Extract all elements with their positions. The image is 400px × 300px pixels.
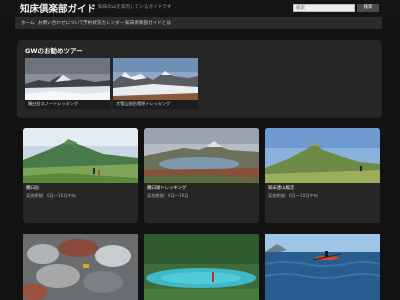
- tour-card-asahidake[interactable]: 大雪山旭岳雪原トレッキング: [113, 58, 198, 109]
- nav-item-home[interactable]: ホーム: [21, 20, 35, 26]
- tour-card-rausudake[interactable]: 羅臼岳 実施期間：6月〜10月中旬: [23, 128, 138, 223]
- site-tagline: 知床の山を案内しているガイドです: [98, 5, 172, 10]
- tour-photo-pond[interactable]: [144, 234, 259, 300]
- tour-photo-rocks[interactable]: [23, 234, 138, 300]
- site-title[interactable]: 知床倶楽部ガイド: [20, 1, 96, 15]
- tour-photo-rausu-snow: [25, 58, 110, 100]
- card-season: 実施期間：6月〜10月: [147, 193, 189, 198]
- tour-card-rausu-snow[interactable]: 羅臼岳スノートレッキング: [25, 58, 110, 109]
- nav-item-calendar[interactable]: 予約状況カレンダー: [83, 20, 124, 26]
- tour-photo-rausuko: [144, 128, 259, 183]
- gw-tours-panel: GWのお勧めツアー 羅臼岳スノートレッキング 大雪山旭岳雪原トレッキング: [17, 40, 382, 118]
- tour-label: 大雪山旭岳雪原トレッキング: [116, 101, 171, 106]
- tour-label: 羅臼岳スノートレッキング: [28, 101, 79, 106]
- main-nav: ホーム お問い合わせについて 予約状況カレンダー 知床倶楽部ガイドとは: [15, 17, 382, 29]
- card-season: 実施期間：6月〜10月中旬: [268, 193, 318, 198]
- card-title: 羅臼岳: [26, 186, 40, 191]
- tour-photo-shiretoko-range: [265, 128, 380, 183]
- search-button[interactable]: 検索: [357, 4, 379, 12]
- tour-photo-rausudake: [23, 128, 138, 183]
- card-title: 知床連山縦走: [268, 186, 295, 191]
- card-title: 羅臼湖トレッキング: [147, 186, 187, 191]
- tour-card-shiretoko-range[interactable]: 知床連山縦走 実施期間：6月〜10月中旬: [265, 128, 380, 223]
- gw-tours-title: GWのお勧めツアー: [25, 47, 83, 55]
- nav-item-about[interactable]: 知床倶楽部ガイドとは: [125, 20, 171, 26]
- tour-card-rausuko[interactable]: 羅臼湖トレッキング 実施期間：6月〜10月: [144, 128, 259, 223]
- tour-photo-asahidake: [113, 58, 198, 100]
- header-bar: 知床倶楽部ガイド 知床の山を案内しているガイドです 検索: [0, 0, 400, 17]
- nav-item-inquiry[interactable]: お問い合わせについて: [38, 20, 84, 26]
- search-input[interactable]: [293, 4, 355, 12]
- card-season: 実施期間：6月〜10月中旬: [26, 193, 76, 198]
- tour-photo-kayak[interactable]: [265, 234, 380, 300]
